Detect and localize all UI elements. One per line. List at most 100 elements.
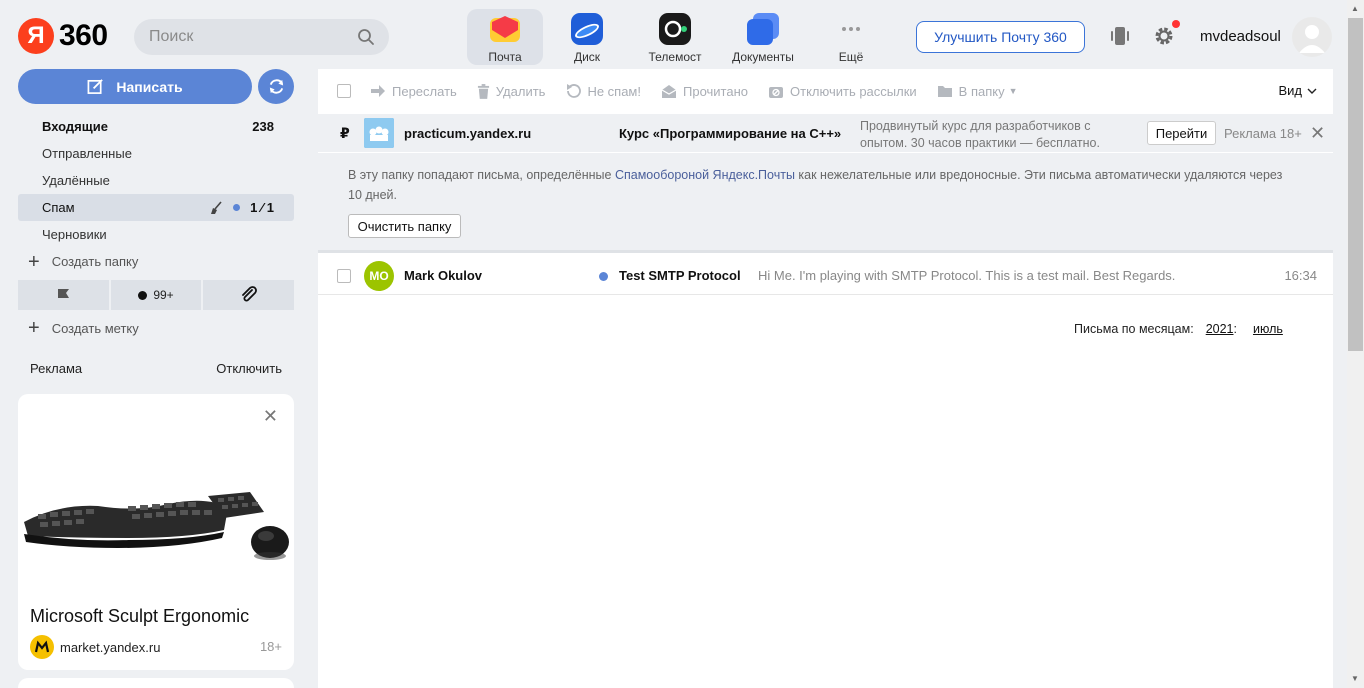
spam-info-panel: В эту папку попадают письма, определённы… bbox=[318, 153, 1333, 253]
phone-icon[interactable] bbox=[1110, 26, 1130, 46]
search-box[interactable] bbox=[134, 19, 389, 55]
message-checkbox[interactable] bbox=[337, 269, 351, 283]
message-row[interactable]: MO Mark Okulov Test SMTP Protocol Hi Me.… bbox=[318, 257, 1333, 295]
trash-icon bbox=[477, 83, 489, 99]
service-mail[interactable]: Почта bbox=[467, 9, 543, 65]
ad-domain: practicum.yandex.ru bbox=[404, 125, 532, 141]
unsubscribe-button[interactable]: Отключить рассылки bbox=[768, 84, 917, 99]
view-dropdown[interactable]: Вид bbox=[1278, 83, 1317, 98]
close-icon[interactable]: ✕ bbox=[263, 406, 278, 427]
delete-button[interactable]: Удалить bbox=[477, 83, 546, 99]
not-spam-button[interactable]: Не спам! bbox=[565, 83, 641, 99]
upgrade-button[interactable]: Улучшить Почту 360 bbox=[916, 21, 1085, 53]
clear-folder-button[interactable]: Очистить папку bbox=[348, 214, 461, 238]
folder-list: Входящие 238 Отправленные Удалённые Спам… bbox=[18, 113, 294, 275]
scrollbar-thumb[interactable] bbox=[1348, 18, 1363, 351]
folder-drafts[interactable]: Черновики bbox=[18, 221, 294, 248]
mark-read-label: Прочитано bbox=[683, 83, 748, 99]
ad-source[interactable]: market.yandex.ru bbox=[30, 635, 160, 659]
message-subject: Test SMTP Protocol bbox=[619, 268, 741, 283]
chevron-down-icon: ▼ bbox=[1008, 86, 1018, 96]
filter-bar: 99+ bbox=[18, 280, 295, 310]
go-button[interactable]: Перейти bbox=[1147, 121, 1216, 145]
unread-dot bbox=[233, 204, 241, 211]
paperclip-icon bbox=[241, 286, 257, 302]
market-logo-icon bbox=[30, 635, 54, 659]
ad-message-row[interactable]: ₽ practicum.yandex.ru Курс «Программиров… bbox=[318, 114, 1333, 152]
mark-read-button[interactable]: Прочитано bbox=[661, 84, 748, 99]
services-bar: Почта Диск Телемост Документы Ещё bbox=[467, 9, 895, 65]
folder-spam[interactable]: Спам 1 ⁄ 1 bbox=[18, 194, 294, 221]
plus-icon: + bbox=[28, 317, 40, 339]
user-avatar[interactable] bbox=[1292, 17, 1332, 57]
ad-label: Реклама bbox=[30, 361, 83, 376]
more-icon bbox=[842, 27, 860, 31]
service-label: Телемост bbox=[648, 50, 702, 64]
ad-source-domain: market.yandex.ru bbox=[60, 639, 161, 655]
refresh-button[interactable] bbox=[258, 69, 294, 104]
create-folder-button[interactable]: + Создать папку bbox=[18, 248, 294, 275]
folder-label: Черновики bbox=[42, 227, 107, 242]
unread-dot-icon bbox=[138, 290, 148, 300]
service-label: Документы bbox=[732, 50, 794, 64]
filter-unread[interactable]: 99+ bbox=[110, 280, 202, 310]
move-to-folder-button[interactable]: В папку ▼ bbox=[937, 84, 1018, 99]
create-label-button[interactable]: + Создать метку bbox=[28, 315, 139, 342]
scroll-up-arrow-icon[interactable]: ▲ bbox=[1351, 4, 1359, 13]
message-time: 16:34 bbox=[1284, 268, 1317, 283]
create-label-label: Создать метку bbox=[51, 321, 139, 336]
service-disk[interactable]: Диск bbox=[543, 9, 631, 65]
practicum-logo-icon bbox=[364, 118, 394, 148]
message-snippet: Hi Me. I'm playing with SMTP Protocol. T… bbox=[758, 268, 1176, 283]
disk-icon bbox=[571, 13, 603, 45]
ad-course-title: Курс «Программирование на C++» bbox=[619, 125, 842, 141]
folder-inbox[interactable]: Входящие 238 bbox=[18, 113, 294, 140]
ad-title[interactable]: Microsoft Sculpt Ergonomic bbox=[30, 606, 249, 627]
close-icon[interactable]: ✕ bbox=[1310, 123, 1325, 144]
move-to-folder-label: В папку bbox=[958, 83, 1005, 99]
open-envelope-icon bbox=[661, 84, 677, 98]
gear-icon[interactable] bbox=[1153, 25, 1175, 47]
ruble-icon: ₽ bbox=[340, 124, 350, 141]
search-input[interactable] bbox=[149, 28, 349, 46]
unsubscribe-icon bbox=[769, 86, 783, 98]
filter-attachments[interactable] bbox=[203, 280, 295, 310]
undo-icon bbox=[567, 84, 582, 98]
username[interactable]: mvdeadsoul bbox=[1200, 28, 1281, 45]
filter-flagged[interactable] bbox=[18, 280, 109, 310]
select-all-checkbox[interactable] bbox=[337, 84, 351, 98]
not-spam-label: Не спам! bbox=[587, 83, 641, 99]
delete-label: Удалить bbox=[495, 83, 546, 99]
ad-card[interactable]: ✕ Microsoft Sculpt Ergonomic market.yand… bbox=[18, 394, 294, 670]
folder-count: 1 ⁄ 1 bbox=[250, 200, 274, 215]
forward-button[interactable]: Переслать bbox=[370, 84, 457, 99]
service-label: Ещё bbox=[838, 50, 864, 64]
unread-dot[interactable] bbox=[599, 272, 608, 281]
compose-button[interactable]: Написать bbox=[18, 69, 252, 104]
keyboard-product-image bbox=[24, 492, 289, 560]
service-more[interactable]: Ещё bbox=[807, 9, 895, 65]
ad-card-next bbox=[18, 678, 294, 688]
broom-icon[interactable] bbox=[209, 200, 223, 215]
unread-count: 99+ bbox=[153, 288, 174, 302]
yandex-360-logo[interactable]: Я 360 bbox=[18, 18, 108, 54]
service-telemost[interactable]: Телемост bbox=[631, 9, 719, 65]
ad-age-label: Реклама 18+ bbox=[1224, 125, 1302, 141]
ad-description: Продвинутый курс для разработчиков с опы… bbox=[860, 119, 1100, 150]
main-panel: Переслать Удалить Не спам! Прочитано Отк… bbox=[318, 69, 1333, 688]
chevron-down-icon bbox=[1307, 88, 1317, 94]
service-documents[interactable]: Документы bbox=[719, 9, 807, 65]
scroll-down-arrow-icon[interactable]: ▼ bbox=[1351, 674, 1359, 683]
folder-deleted[interactable]: Удалённые bbox=[18, 167, 294, 194]
refresh-icon bbox=[269, 79, 283, 94]
folder-label: Входящие bbox=[42, 119, 108, 134]
year-link[interactable]: 2021 bbox=[1206, 322, 1234, 336]
month-link[interactable]: июль bbox=[1253, 322, 1283, 336]
folder-sent[interactable]: Отправленные bbox=[18, 140, 294, 167]
folder-label: Спам bbox=[42, 200, 75, 215]
search-icon[interactable] bbox=[357, 28, 375, 46]
disable-ads-link[interactable]: Отключить bbox=[216, 361, 282, 376]
plus-icon: + bbox=[28, 250, 40, 273]
spam-defense-link[interactable]: Спамообороной Яндекс.Почты bbox=[615, 168, 795, 182]
spam-info-text: В эту папку попадают письма, определённы… bbox=[348, 165, 1288, 205]
